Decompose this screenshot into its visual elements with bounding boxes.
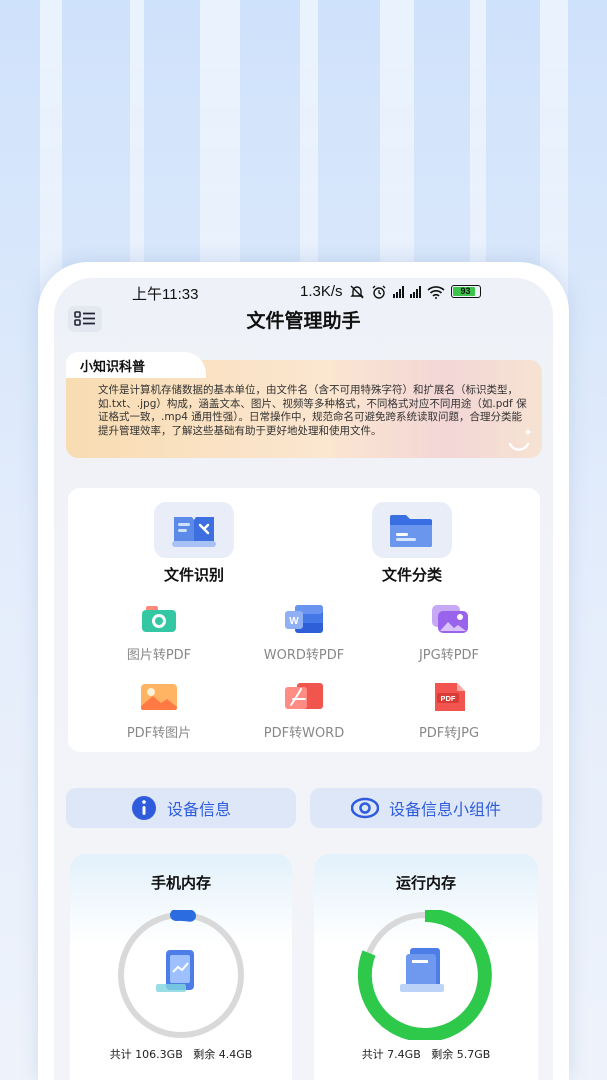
device-widget-label: 设备信息小组件 xyxy=(388,800,501,819)
file-scan-button[interactable]: 文件识别 xyxy=(144,502,244,585)
storage-ring xyxy=(118,910,244,1038)
word-to-pdf-label: WORD转PDF xyxy=(263,648,345,663)
tip-text: 文件是计算机存储数据的基本单位，由文件名（含不可用特殊字符）和扩展名（标识类型，… xyxy=(98,384,527,437)
info-icon xyxy=(131,796,156,820)
device-info-label: 设备信息 xyxy=(166,800,231,819)
app-screen: 上午11:33 1.3K/s 93 文件管理助手 小知识科普 文件是计算机存储数… xyxy=(54,278,553,1080)
storage-summary: 共计 106.3GB 剩余 4.4GB xyxy=(70,1046,292,1062)
jpg-to-pdf-label: JPG转PDF xyxy=(418,648,480,663)
hd-signal-icon xyxy=(392,285,404,298)
pdf-to-word-button[interactable]: PDF转WORD xyxy=(229,680,379,741)
battery-icon: 93 xyxy=(450,285,481,298)
pdf-acrobat-icon xyxy=(285,683,323,709)
phone-storage-icon xyxy=(156,950,194,992)
word-to-pdf-button[interactable]: W WORD转PDF xyxy=(229,602,379,663)
file-scan-label: 文件识别 xyxy=(163,566,224,584)
device-info-button[interactable]: 设备信息 xyxy=(66,788,296,828)
file-category-label: 文件分类 xyxy=(381,566,442,584)
status-bar: 上午11:33 1.3K/s 93 xyxy=(54,278,553,306)
network-speed: 1.3K/s xyxy=(300,283,343,300)
pdf-to-image-button[interactable]: PDF转图片 xyxy=(84,680,234,741)
svg-text:W: W xyxy=(289,616,299,627)
file-category-button[interactable]: 文件分类 xyxy=(362,502,462,585)
pdf-to-image-label: PDF转图片 xyxy=(126,726,192,741)
ram-ring xyxy=(357,910,492,1040)
jpg-to-pdf-button[interactable]: JPG转PDF xyxy=(374,602,524,663)
pdf-file-icon: PDF xyxy=(435,683,465,711)
ram-chip-icon xyxy=(400,948,444,992)
pdf-to-jpg-button[interactable]: PDF PDF转JPG xyxy=(374,680,524,741)
picture-icon xyxy=(141,684,177,710)
tip-tab-label: 小知识科普 xyxy=(66,352,206,378)
tools-card: 文件识别 文件分类 图片转PDF W WORD转PDF JPG转PDF PDF转… xyxy=(68,488,540,752)
storage-free: 剩余 4.4GB xyxy=(193,1048,253,1061)
ram-title: 运行内存 xyxy=(395,874,456,892)
page-title: 文件管理助手 xyxy=(246,310,361,332)
pdf-to-word-label: PDF转WORD xyxy=(263,726,345,741)
svg-text:PDF: PDF xyxy=(441,694,456,703)
ram-summary: 共计 7.4GB 剩余 5.7GB xyxy=(314,1046,538,1062)
storage-card[interactable]: 手机内存 共计 106.3GB 剩余 4.4GB xyxy=(70,854,292,1080)
pdf-to-jpg-label: PDF转JPG xyxy=(418,726,480,741)
status-time: 上午11:33 xyxy=(132,286,199,303)
device-widget-button[interactable]: 设备信息小组件 xyxy=(310,788,542,828)
ram-free: 剩余 5.7GB xyxy=(431,1048,491,1061)
mute-icon xyxy=(349,285,364,298)
storage-ring-used xyxy=(170,910,196,922)
image-to-pdf-label: 图片转PDF xyxy=(126,648,192,663)
folder-category-icon xyxy=(390,515,432,547)
image-stack-icon xyxy=(432,605,468,633)
file-scan-icon xyxy=(172,517,216,547)
word-doc-icon: W xyxy=(285,605,323,633)
wifi-icon xyxy=(426,285,445,299)
ram-card[interactable]: 运行内存 共计 7.4GB 剩余 5.7GB xyxy=(314,854,538,1080)
image-to-pdf-button[interactable]: 图片转PDF xyxy=(84,602,234,663)
storage-title: 手机内存 xyxy=(150,874,211,892)
storage-total: 共计 106.3GB xyxy=(109,1048,183,1061)
ram-total: 共计 7.4GB xyxy=(361,1048,421,1061)
alarm-icon xyxy=(372,285,386,299)
hd-signal-icon xyxy=(409,285,421,298)
camera-icon xyxy=(142,606,176,632)
eye-icon xyxy=(350,797,379,819)
sparkle-icon xyxy=(508,428,532,451)
